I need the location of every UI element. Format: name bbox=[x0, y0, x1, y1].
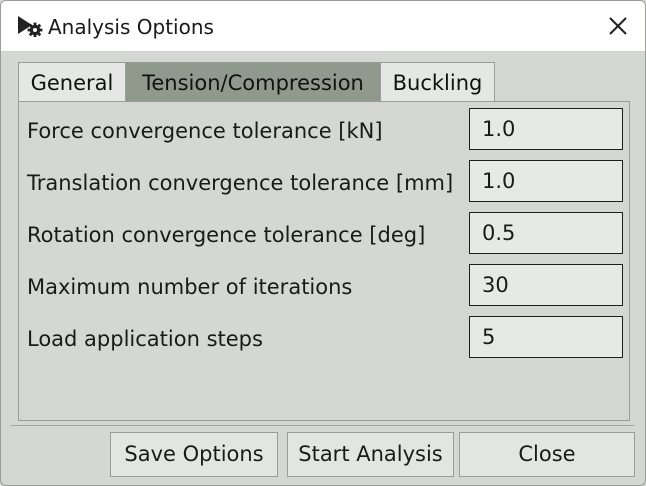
translation-tolerance-input[interactable] bbox=[469, 160, 623, 202]
rotation-tolerance-label: Rotation convergence tolerance [deg] bbox=[27, 223, 426, 247]
window-title: Analysis Options bbox=[48, 15, 214, 39]
tab-general[interactable]: General bbox=[18, 62, 126, 101]
title-bar: Analysis Options bbox=[1, 1, 645, 52]
close-button[interactable]: Close bbox=[459, 432, 635, 477]
close-icon[interactable] bbox=[605, 13, 631, 39]
max-iterations-label: Maximum number of iterations bbox=[27, 275, 353, 299]
save-options-button[interactable]: Save Options bbox=[110, 432, 278, 477]
load-steps-label: Load application steps bbox=[27, 327, 263, 351]
tab-tension-compression[interactable]: Tension/Compression bbox=[125, 62, 381, 102]
load-steps-input[interactable] bbox=[469, 316, 623, 358]
analysis-options-dialog: Analysis Options General Tension/Compres… bbox=[0, 0, 646, 486]
force-tolerance-label: Force convergence tolerance [kN] bbox=[27, 119, 383, 143]
force-tolerance-input[interactable] bbox=[469, 108, 623, 150]
rotation-tolerance-input[interactable] bbox=[469, 212, 623, 254]
start-analysis-button[interactable]: Start Analysis bbox=[287, 432, 454, 477]
play-gear-icon bbox=[17, 15, 43, 38]
max-iterations-input[interactable] bbox=[469, 264, 623, 306]
footer-divider bbox=[11, 425, 635, 426]
translation-tolerance-label: Translation convergence tolerance [mm] bbox=[27, 171, 454, 195]
tab-buckling[interactable]: Buckling bbox=[380, 62, 495, 101]
